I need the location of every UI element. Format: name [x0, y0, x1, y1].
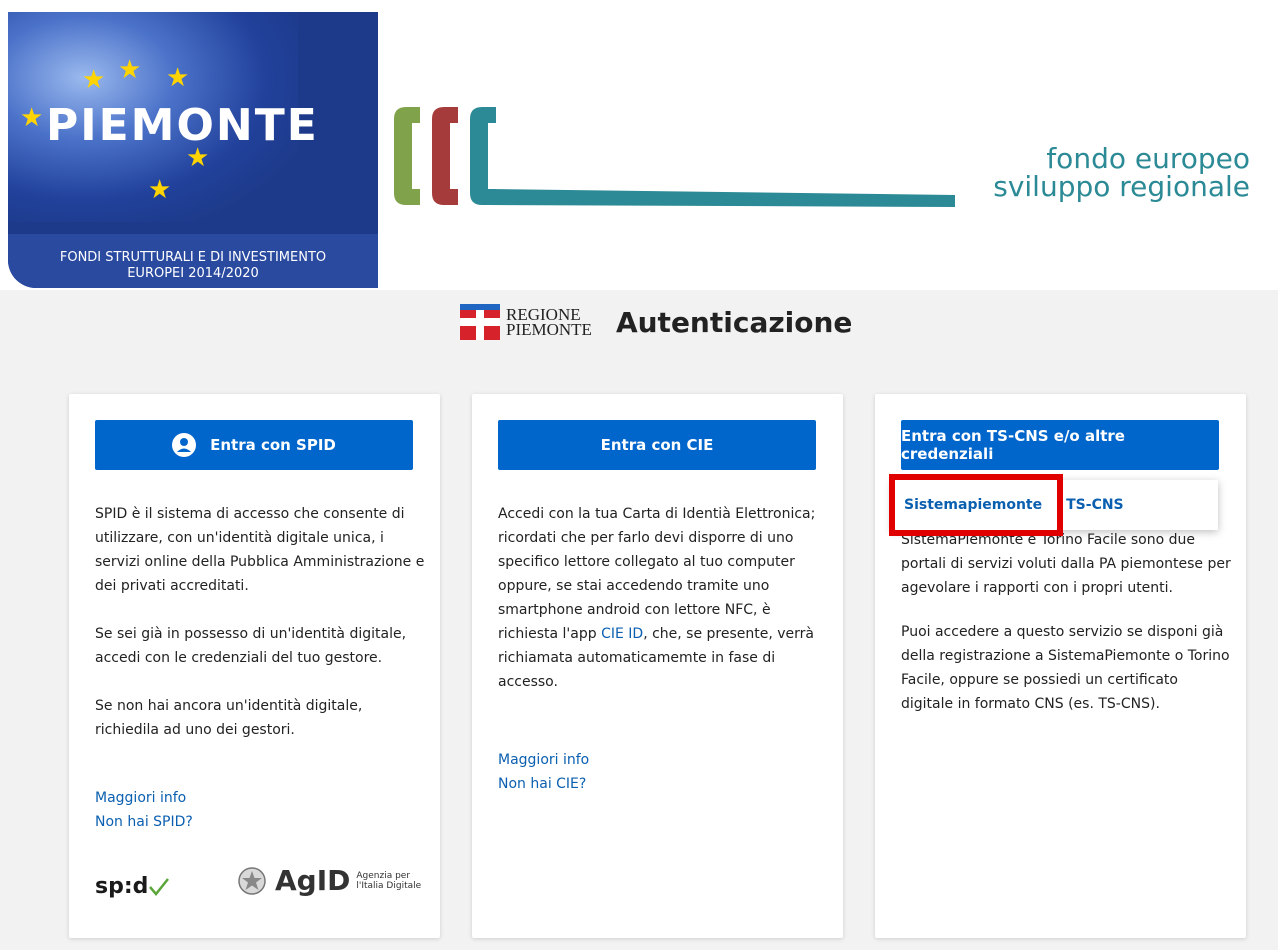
star-icon: ★: [20, 102, 44, 132]
fesr-line-1: fondo europeo: [1046, 142, 1250, 175]
spid-links: Maggiori info Non hai SPID?: [95, 786, 193, 834]
user-icon: [172, 433, 197, 457]
cie-card: Entra con CIE Accedi con la tua Carta di…: [472, 394, 843, 938]
fund-line-2: EUROPEI 2014/2020: [127, 266, 259, 281]
star-icon: ★: [82, 64, 106, 94]
republic-emblem-icon: [238, 866, 266, 895]
agid-logo: AgID Agenzia per l'Italia Digitale: [237, 864, 421, 897]
regione-line-2: PIEMONTE: [506, 320, 592, 339]
fesr-caption: fondo europeo sviluppo regionale: [960, 145, 1250, 201]
tscns-description: SistemaPiemonte e Torino Facile sono due…: [901, 532, 1231, 596]
tscns-button-label: Entra con TS-CNS e/o altre credenziali: [901, 427, 1125, 463]
agid-sub-line-1: Agenzia per: [356, 870, 411, 881]
page-header: REGIONE PIEMONTE Autenticazione: [460, 300, 852, 344]
fesr-line-2: sviluppo regionale: [993, 170, 1250, 203]
eu-funds-logo: ★ ★ ★ ★ ★ ★ PIEMONTE FONDI STRUTTURALI E…: [8, 12, 378, 288]
agid-wordmark: AgID: [275, 864, 351, 897]
agid-subtitle: Agenzia per l'Italia Digitale: [356, 871, 421, 891]
cie-description-text: Accedi con la tua Carta di Identià Elett…: [498, 506, 816, 642]
spid-logo: sp:d: [95, 874, 170, 899]
cie-links: Maggiori info Non hai CIE?: [498, 748, 589, 796]
regione-wordmark: REGIONE PIEMONTE: [506, 306, 592, 339]
star-icon: ★: [118, 54, 142, 84]
star-icon: ★: [148, 174, 172, 204]
cie-login-button[interactable]: Entra con CIE: [498, 420, 816, 470]
cie-description: Accedi con la tua Carta di Identià Elett…: [498, 502, 828, 694]
star-icon: ★: [166, 62, 190, 92]
tscns-card: Entra con TS-CNS e/o altre credenziali S…: [875, 394, 1246, 938]
cie-no-cie-link[interactable]: Non hai CIE?: [498, 776, 586, 792]
fesr-logo-graphic: [394, 107, 955, 207]
spid-card: Entra con SPID SPID è il sistema di acce…: [69, 394, 440, 938]
eu-logo-caption: FONDI STRUTTURALI E DI INVESTIMENTO EURO…: [8, 250, 378, 282]
eu-logo-title: PIEMONTE: [46, 100, 319, 151]
spid-wordmark: sp:d: [95, 874, 149, 899]
spid-description: SPID è il sistema di accesso che consent…: [95, 506, 425, 594]
regione-piemonte-logo: REGIONE PIEMONTE: [460, 304, 592, 340]
spid-existing-identity-text: Se sei già in possesso di un'identità di…: [95, 626, 407, 666]
regione-flag-icon: [460, 304, 500, 340]
fund-line-1: FONDI STRUTTURALI E DI INVESTIMENTO: [59, 250, 327, 265]
spid-button-label: Entra con SPID: [210, 436, 336, 454]
cie-more-info-link[interactable]: Maggiori info: [498, 752, 589, 768]
highlight-box: [889, 474, 1063, 536]
page-title: Autenticazione: [615, 305, 853, 339]
cie-button-label: Entra con CIE: [600, 436, 714, 454]
agid-sub-line-2: l'Italia Digitale: [356, 880, 422, 891]
spid-no-identity-text: Se non hai ancora un'identità digitale, …: [95, 698, 363, 738]
tscns-access-text: Puoi accedere a questo servizio se dispo…: [901, 624, 1230, 712]
menu-item-ts-cns[interactable]: TS-CNS: [1054, 497, 1136, 513]
tscns-login-button[interactable]: Entra con TS-CNS e/o altre credenziali: [901, 420, 1219, 470]
checkmark-icon: [149, 877, 170, 896]
cie-id-app-link[interactable]: CIE ID: [601, 626, 643, 642]
spid-login-button[interactable]: Entra con SPID: [95, 420, 413, 470]
spid-more-info-link[interactable]: Maggiori info: [95, 790, 186, 806]
banner: ★ ★ ★ ★ ★ ★ PIEMONTE FONDI STRUTTURALI E…: [0, 0, 1278, 290]
spid-no-spid-link[interactable]: Non hai SPID?: [95, 814, 193, 830]
